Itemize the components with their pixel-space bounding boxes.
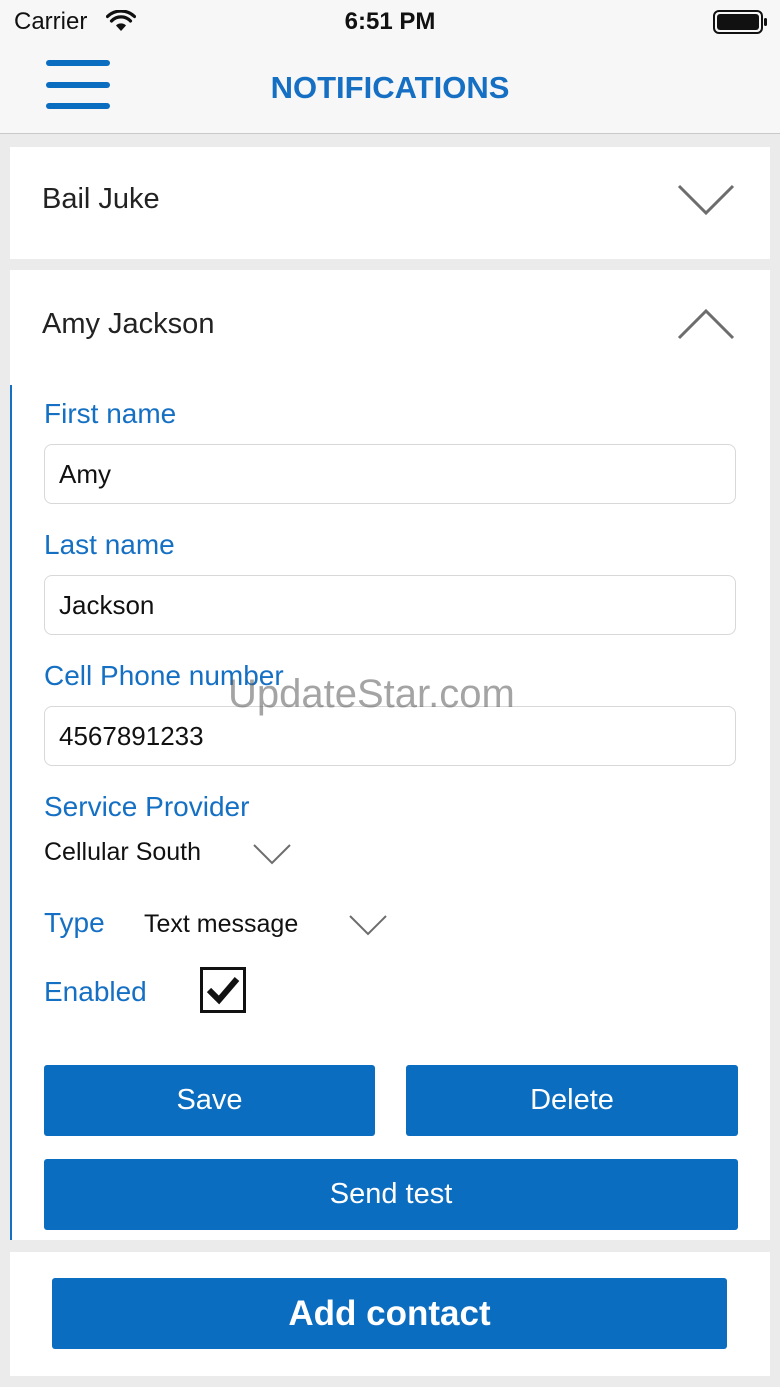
save-button[interactable]: Save [44, 1065, 375, 1136]
status-bar: Carrier 6:51 PM [0, 0, 780, 44]
service-provider-select[interactable]: Cellular South [44, 838, 201, 867]
last-name-label: Last name [44, 529, 175, 560]
enabled-label: Enabled [44, 976, 147, 1007]
type-select[interactable]: Text message [144, 910, 298, 939]
battery-icon [713, 10, 769, 39]
first-name-label: First name [44, 398, 177, 429]
chevron-down-icon[interactable] [677, 184, 735, 221]
phone-label: Cell Phone number [44, 660, 284, 691]
contact-name: Bail Juke [42, 183, 160, 215]
nav-bar: NOTIFICATIONS [0, 44, 780, 134]
contact-card-bail-juke[interactable]: Bail Juke [10, 147, 770, 259]
clock: 6:51 PM [344, 8, 436, 35]
first-name-field[interactable] [44, 444, 736, 504]
last-name-field[interactable] [44, 575, 736, 635]
chevron-down-icon[interactable] [252, 843, 292, 870]
service-provider-label: Service Provider [44, 791, 250, 822]
contact-name: Amy Jackson [42, 308, 215, 340]
add-contact-button[interactable]: Add contact [52, 1278, 727, 1349]
chevron-up-icon[interactable] [677, 308, 735, 345]
delete-button[interactable]: Delete [406, 1065, 738, 1136]
send-test-button[interactable]: Send test [44, 1159, 738, 1230]
page-title: NOTIFICATIONS [270, 70, 510, 105]
phone-field[interactable] [44, 706, 736, 766]
enabled-checkbox[interactable] [200, 967, 246, 1013]
checkmark-icon [206, 977, 240, 1005]
chevron-down-icon[interactable] [348, 914, 388, 941]
type-label: Type [44, 907, 105, 938]
detail-indicator [10, 385, 12, 1240]
